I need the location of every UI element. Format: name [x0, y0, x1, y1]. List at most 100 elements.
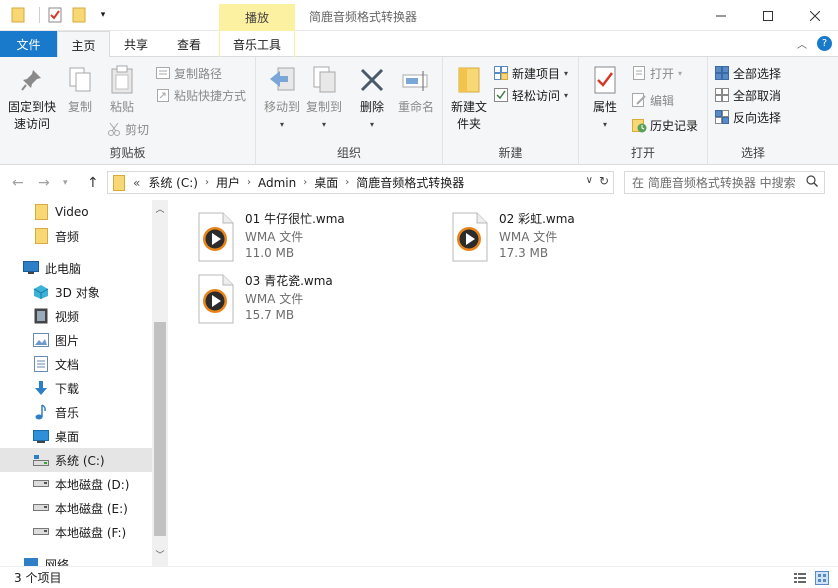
breadcrumb-item[interactable]: 用户	[216, 174, 240, 191]
nav-item-network[interactable]: 网络	[0, 552, 152, 566]
nav-item-desktop[interactable]: 桌面	[0, 424, 152, 448]
tab-share[interactable]: 共享	[112, 31, 160, 57]
minimize-icon	[716, 15, 726, 16]
easy-access-button[interactable]: 轻松访问 ▾	[493, 84, 568, 106]
pin-to-quick-access-button[interactable]: 固定到快速访问	[6, 63, 58, 133]
nav-item-videos[interactable]: 视频	[0, 304, 152, 328]
paste-button[interactable]: 粘贴	[106, 63, 138, 116]
breadcrumb-item[interactable]: 桌面	[314, 174, 338, 191]
navigation-pane: Video 音频 此电脑 3D 对象 视频 图片 文档 下载 音乐 桌面 系统 …	[0, 200, 168, 566]
nav-item-audio[interactable]: 音频	[0, 224, 152, 248]
nav-pane-scrollbar[interactable]: ︿ ﹀	[152, 200, 168, 566]
new-folder-quick-icon[interactable]	[70, 6, 88, 24]
invert-selection-icon	[714, 109, 730, 125]
nav-item-documents[interactable]: 文档	[0, 352, 152, 376]
help-icon[interactable]: ?	[817, 36, 832, 51]
open-button[interactable]: 打开 ▾	[631, 62, 682, 84]
history-label: 历史记录	[650, 118, 699, 133]
easy-access-icon	[493, 87, 509, 103]
address-dropdown-icon[interactable]: ∨	[586, 175, 593, 186]
paste-shortcut-button[interactable]: 粘贴快捷方式	[155, 84, 246, 106]
computer-icon	[23, 260, 39, 276]
nav-item-drive-d[interactable]: 本地磁盘 (D:)	[0, 472, 152, 496]
chevron-right-icon[interactable]: ›	[247, 177, 251, 188]
file-item[interactable]: 02 彩虹.wma WMA 文件 17.3 MB	[452, 210, 672, 268]
drive-icon	[33, 500, 49, 516]
properties-quick-icon[interactable]	[46, 6, 64, 24]
chevron-right-icon[interactable]: ›	[303, 177, 307, 188]
edit-button[interactable]: 编辑	[631, 89, 674, 111]
new-group-label: 新建	[498, 146, 523, 160]
nav-item-music[interactable]: 音乐	[0, 400, 152, 424]
file-item[interactable]: 03 青花瓷.wma WMA 文件 15.7 MB	[198, 272, 418, 330]
select-group: 全部选择 全部取消 反向选择 选择	[708, 57, 798, 165]
details-view-icon[interactable]	[793, 571, 807, 585]
delete-button[interactable]: 删除 ▾	[354, 63, 390, 133]
maximize-button[interactable]	[745, 0, 791, 31]
music-icon	[33, 404, 49, 420]
history-button[interactable]: 历史记录	[631, 114, 698, 136]
chevron-right-icon[interactable]: ›	[205, 177, 209, 188]
nav-item-this-pc[interactable]: 此电脑	[0, 256, 152, 280]
nav-item-system-drive[interactable]: 系统 (C:)	[0, 448, 152, 472]
select-none-button[interactable]: 全部取消	[714, 84, 781, 106]
tab-home[interactable]: 主页	[57, 31, 110, 58]
quick-access-toolbar: ▾	[9, 6, 118, 24]
tab-music-tools[interactable]: 音乐工具	[219, 31, 295, 57]
chevron-right-icon[interactable]: ›	[345, 177, 349, 188]
nav-item-label: 本地磁盘 (F:)	[55, 525, 127, 540]
nav-item-drive-e[interactable]: 本地磁盘 (E:)	[0, 496, 152, 520]
copy-path-button[interactable]: 复制路径	[155, 62, 222, 84]
breadcrumb: 系统 (C:) › 用户 › Admin › 桌面 › 简鹿音频格式转换器	[148, 174, 464, 191]
file-item[interactable]: 01 牛仔很忙.wma WMA 文件 11.0 MB	[198, 210, 418, 268]
delete-icon	[356, 63, 388, 97]
tab-file[interactable]: 文件	[0, 31, 57, 57]
nav-item-pictures[interactable]: 图片	[0, 328, 152, 352]
close-button[interactable]	[792, 0, 838, 31]
move-to-button[interactable]: 移动到 ▾	[262, 63, 302, 133]
recent-locations-icon[interactable]: ▾	[63, 178, 68, 188]
address-bar[interactable]: « 系统 (C:) › 用户 › Admin › 桌面 › 简鹿音频格式转换器 …	[107, 171, 614, 194]
nav-item-video[interactable]: Video	[0, 200, 152, 224]
minimize-button[interactable]	[698, 0, 744, 31]
system-drive-icon	[33, 452, 49, 468]
breadcrumb-item[interactable]: 简鹿音频格式转换器	[356, 174, 464, 191]
search-input[interactable]: 在 简鹿音频格式转换器 中搜索	[632, 174, 796, 191]
nav-item-drive-f[interactable]: 本地磁盘 (F:)	[0, 520, 152, 544]
breadcrumb-overflow[interactable]: «	[133, 176, 140, 190]
copy-to-button[interactable]: 复制到 ▾	[304, 63, 344, 133]
invert-selection-button[interactable]: 反向选择	[714, 106, 781, 128]
breadcrumb-item[interactable]: Admin	[258, 176, 296, 190]
nav-item-label: 下载	[55, 381, 80, 396]
rename-button[interactable]: 重命名	[394, 63, 438, 116]
history-icon	[631, 117, 647, 133]
select-all-button[interactable]: 全部选择	[714, 62, 781, 84]
collapse-ribbon-icon[interactable]: ︿	[797, 36, 807, 51]
large-icons-view-icon[interactable]	[815, 571, 829, 585]
pin-label: 固定到快速访问	[7, 100, 56, 131]
new-folder-button[interactable]: 新建文件夹	[447, 63, 491, 133]
easy-access-dropdown-icon: ▾	[564, 90, 569, 100]
copy-button[interactable]: 复制	[64, 63, 96, 116]
paste-label: 粘贴	[109, 100, 134, 114]
nav-item-3d-objects[interactable]: 3D 对象	[0, 280, 152, 304]
file-name: 02 彩虹.wma	[499, 212, 575, 226]
properties-button[interactable]: 属性 ▾	[587, 63, 623, 133]
new-item-label: 新建项目	[512, 66, 561, 81]
cut-button[interactable]: 剪切	[106, 118, 149, 140]
scroll-down-icon[interactable]: ﹀	[152, 548, 168, 564]
nav-item-label: 视频	[55, 309, 80, 324]
search-box[interactable]: 在 简鹿音频格式转换器 中搜索	[624, 171, 825, 194]
nav-item-downloads[interactable]: 下载	[0, 376, 152, 400]
breadcrumb-item[interactable]: 系统 (C:)	[148, 174, 198, 191]
scroll-up-icon[interactable]: ︿	[152, 202, 168, 218]
up-arrow-icon[interactable]: ↑	[87, 175, 99, 191]
customize-quick-access-icon[interactable]: ▾	[94, 6, 112, 24]
tab-view[interactable]: 查看	[164, 31, 214, 57]
scrollbar-thumb[interactable]	[154, 322, 166, 536]
new-item-button[interactable]: 新建项目 ▾	[493, 62, 568, 84]
back-arrow-icon[interactable]: ←	[12, 175, 24, 191]
rename-icon	[400, 63, 432, 97]
forward-arrow-icon[interactable]: →	[38, 175, 50, 191]
refresh-icon[interactable]: ↻	[599, 174, 609, 188]
